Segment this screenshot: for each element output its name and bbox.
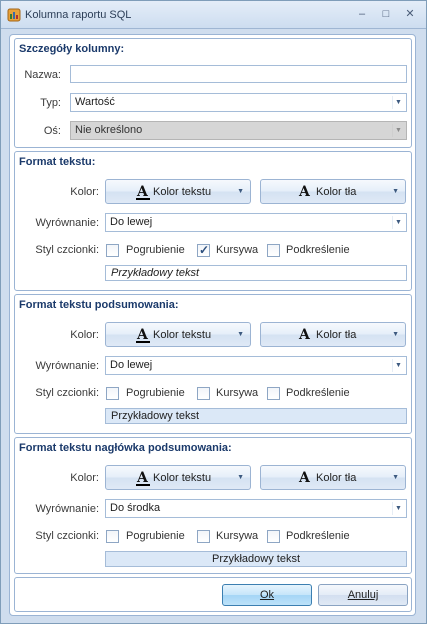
type-value: Wartość <box>75 96 115 108</box>
chevron-down-icon: ▼ <box>237 474 244 481</box>
type-select[interactable]: Wartość ▼ <box>70 93 407 112</box>
background-color-button[interactable]: A Kolor tła ▼ <box>260 179 406 204</box>
bold-checkbox[interactable] <box>106 244 119 257</box>
dialog-footer: Ok Anuluj <box>14 577 412 612</box>
text-color-button[interactable]: A Kolor tekstu ▼ <box>105 465 251 490</box>
italic-checkbox[interactable]: ✓ <box>197 243 210 257</box>
underline-label: Podkreślenie <box>286 530 350 542</box>
color-label: Kolor: <box>70 186 99 198</box>
font-color-icon: A <box>299 470 310 486</box>
underline-checkbox[interactable] <box>267 530 280 543</box>
italic-label: Kursywa <box>216 244 259 256</box>
color-label: Kolor: <box>70 329 99 341</box>
align-value: Do lewej <box>110 216 153 228</box>
axis-label: Oś: <box>43 125 61 137</box>
sample-text: Przykładowy tekst <box>105 408 407 424</box>
text-color-label: Kolor tekstu <box>153 186 212 198</box>
align-label: Wyrównanie: <box>35 360 99 372</box>
title-bar[interactable]: Kolumna raportu SQL – □ ✕ <box>1 1 426 29</box>
group-title: Format tekstu: <box>19 156 96 168</box>
chevron-down-icon: ▼ <box>392 359 404 372</box>
align-select[interactable]: Do środka ▼ <box>105 499 407 518</box>
italic-checkbox[interactable] <box>197 387 210 400</box>
underline-label: Podkreślenie <box>286 244 350 256</box>
dialog-window: Kolumna raportu SQL – □ ✕ Szczegóły kolu… <box>0 0 427 624</box>
italic-label: Kursywa <box>216 530 259 542</box>
maximize-button[interactable]: □ <box>378 7 394 21</box>
text-color-label: Kolor tekstu <box>153 329 212 341</box>
bold-label: Pogrubienie <box>126 530 185 542</box>
underline-label: Podkreślenie <box>286 387 350 399</box>
color-swatch <box>136 484 150 486</box>
app-icon <box>7 8 21 22</box>
chevron-down-icon: ▼ <box>237 331 244 338</box>
chevron-down-icon: ▼ <box>392 216 404 229</box>
background-color-button[interactable]: A Kolor tła ▼ <box>260 322 406 347</box>
summary-header-format-group: Format tekstu nagłówka podsumowania: Kol… <box>14 437 412 574</box>
sample-text: Przykładowy tekst <box>105 551 407 567</box>
group-title: Szczegóły kolumny: <box>19 43 125 55</box>
color-swatch <box>136 198 150 200</box>
group-title: Format tekstu podsumowania: <box>19 299 179 311</box>
align-select[interactable]: Do lewej ▼ <box>105 356 407 375</box>
bold-label: Pogrubienie <box>126 244 185 256</box>
underline-checkbox[interactable] <box>267 244 280 257</box>
bold-checkbox[interactable] <box>106 530 119 543</box>
font-style-label: Styl czcionki: <box>35 530 99 542</box>
chevron-down-icon: ▼ <box>392 502 404 515</box>
align-value: Do środka <box>110 502 161 514</box>
window-title: Kolumna raportu SQL <box>25 9 132 21</box>
font-color-icon: A <box>299 184 310 200</box>
align-select[interactable]: Do lewej ▼ <box>105 213 407 232</box>
color-label: Kolor: <box>70 472 99 484</box>
chevron-down-icon: ▼ <box>237 188 244 195</box>
color-swatch <box>136 341 150 343</box>
align-label: Wyrównanie: <box>35 217 99 229</box>
name-input[interactable] <box>70 65 407 83</box>
bold-checkbox[interactable] <box>106 387 119 400</box>
font-style-label: Styl czcionki: <box>35 387 99 399</box>
axis-value: Nie określono <box>75 124 143 136</box>
chevron-down-icon: ▼ <box>392 331 399 338</box>
bg-color-label: Kolor tła <box>316 329 357 341</box>
chevron-down-icon: ▼ <box>392 96 404 109</box>
chevron-down-icon: ▼ <box>392 124 404 137</box>
italic-checkbox[interactable] <box>197 530 210 543</box>
text-format-group: Format tekstu: Kolor: A Kolor tekstu ▼ A… <box>14 151 412 291</box>
font-color-icon: A <box>299 327 310 343</box>
bg-color-label: Kolor tła <box>316 186 357 198</box>
italic-label: Kursywa <box>216 387 259 399</box>
font-style-label: Styl czcionki: <box>35 244 99 256</box>
chevron-down-icon: ▼ <box>392 474 399 481</box>
name-label: Nazwa: <box>24 69 61 81</box>
bg-color-label: Kolor tła <box>316 472 357 484</box>
background-color-button[interactable]: A Kolor tła ▼ <box>260 465 406 490</box>
chevron-down-icon: ▼ <box>392 188 399 195</box>
align-label: Wyrównanie: <box>35 503 99 515</box>
cancel-button[interactable]: Anuluj <box>318 584 408 606</box>
type-label: Typ: <box>40 97 61 109</box>
column-details-group: Szczegóły kolumny: Nazwa: Typ: Wartość ▼… <box>14 38 412 148</box>
text-color-button[interactable]: A Kolor tekstu ▼ <box>105 179 251 204</box>
bold-label: Pogrubienie <box>126 387 185 399</box>
group-title: Format tekstu nagłówka podsumowania: <box>19 442 232 454</box>
checkmark-icon: ✓ <box>199 243 210 257</box>
close-button[interactable]: ✕ <box>402 7 418 21</box>
axis-select: Nie określono ▼ <box>70 121 407 140</box>
minimize-button[interactable]: – <box>354 7 370 21</box>
text-color-button[interactable]: A Kolor tekstu ▼ <box>105 322 251 347</box>
ok-button[interactable]: Ok <box>222 584 312 606</box>
dialog-client: Szczegóły kolumny: Nazwa: Typ: Wartość ▼… <box>9 34 416 616</box>
align-value: Do lewej <box>110 359 153 371</box>
text-color-label: Kolor tekstu <box>153 472 212 484</box>
summary-format-group: Format tekstu podsumowania: Kolor: A Kol… <box>14 294 412 434</box>
sample-text: Przykładowy tekst <box>105 265 407 281</box>
underline-checkbox[interactable] <box>267 387 280 400</box>
